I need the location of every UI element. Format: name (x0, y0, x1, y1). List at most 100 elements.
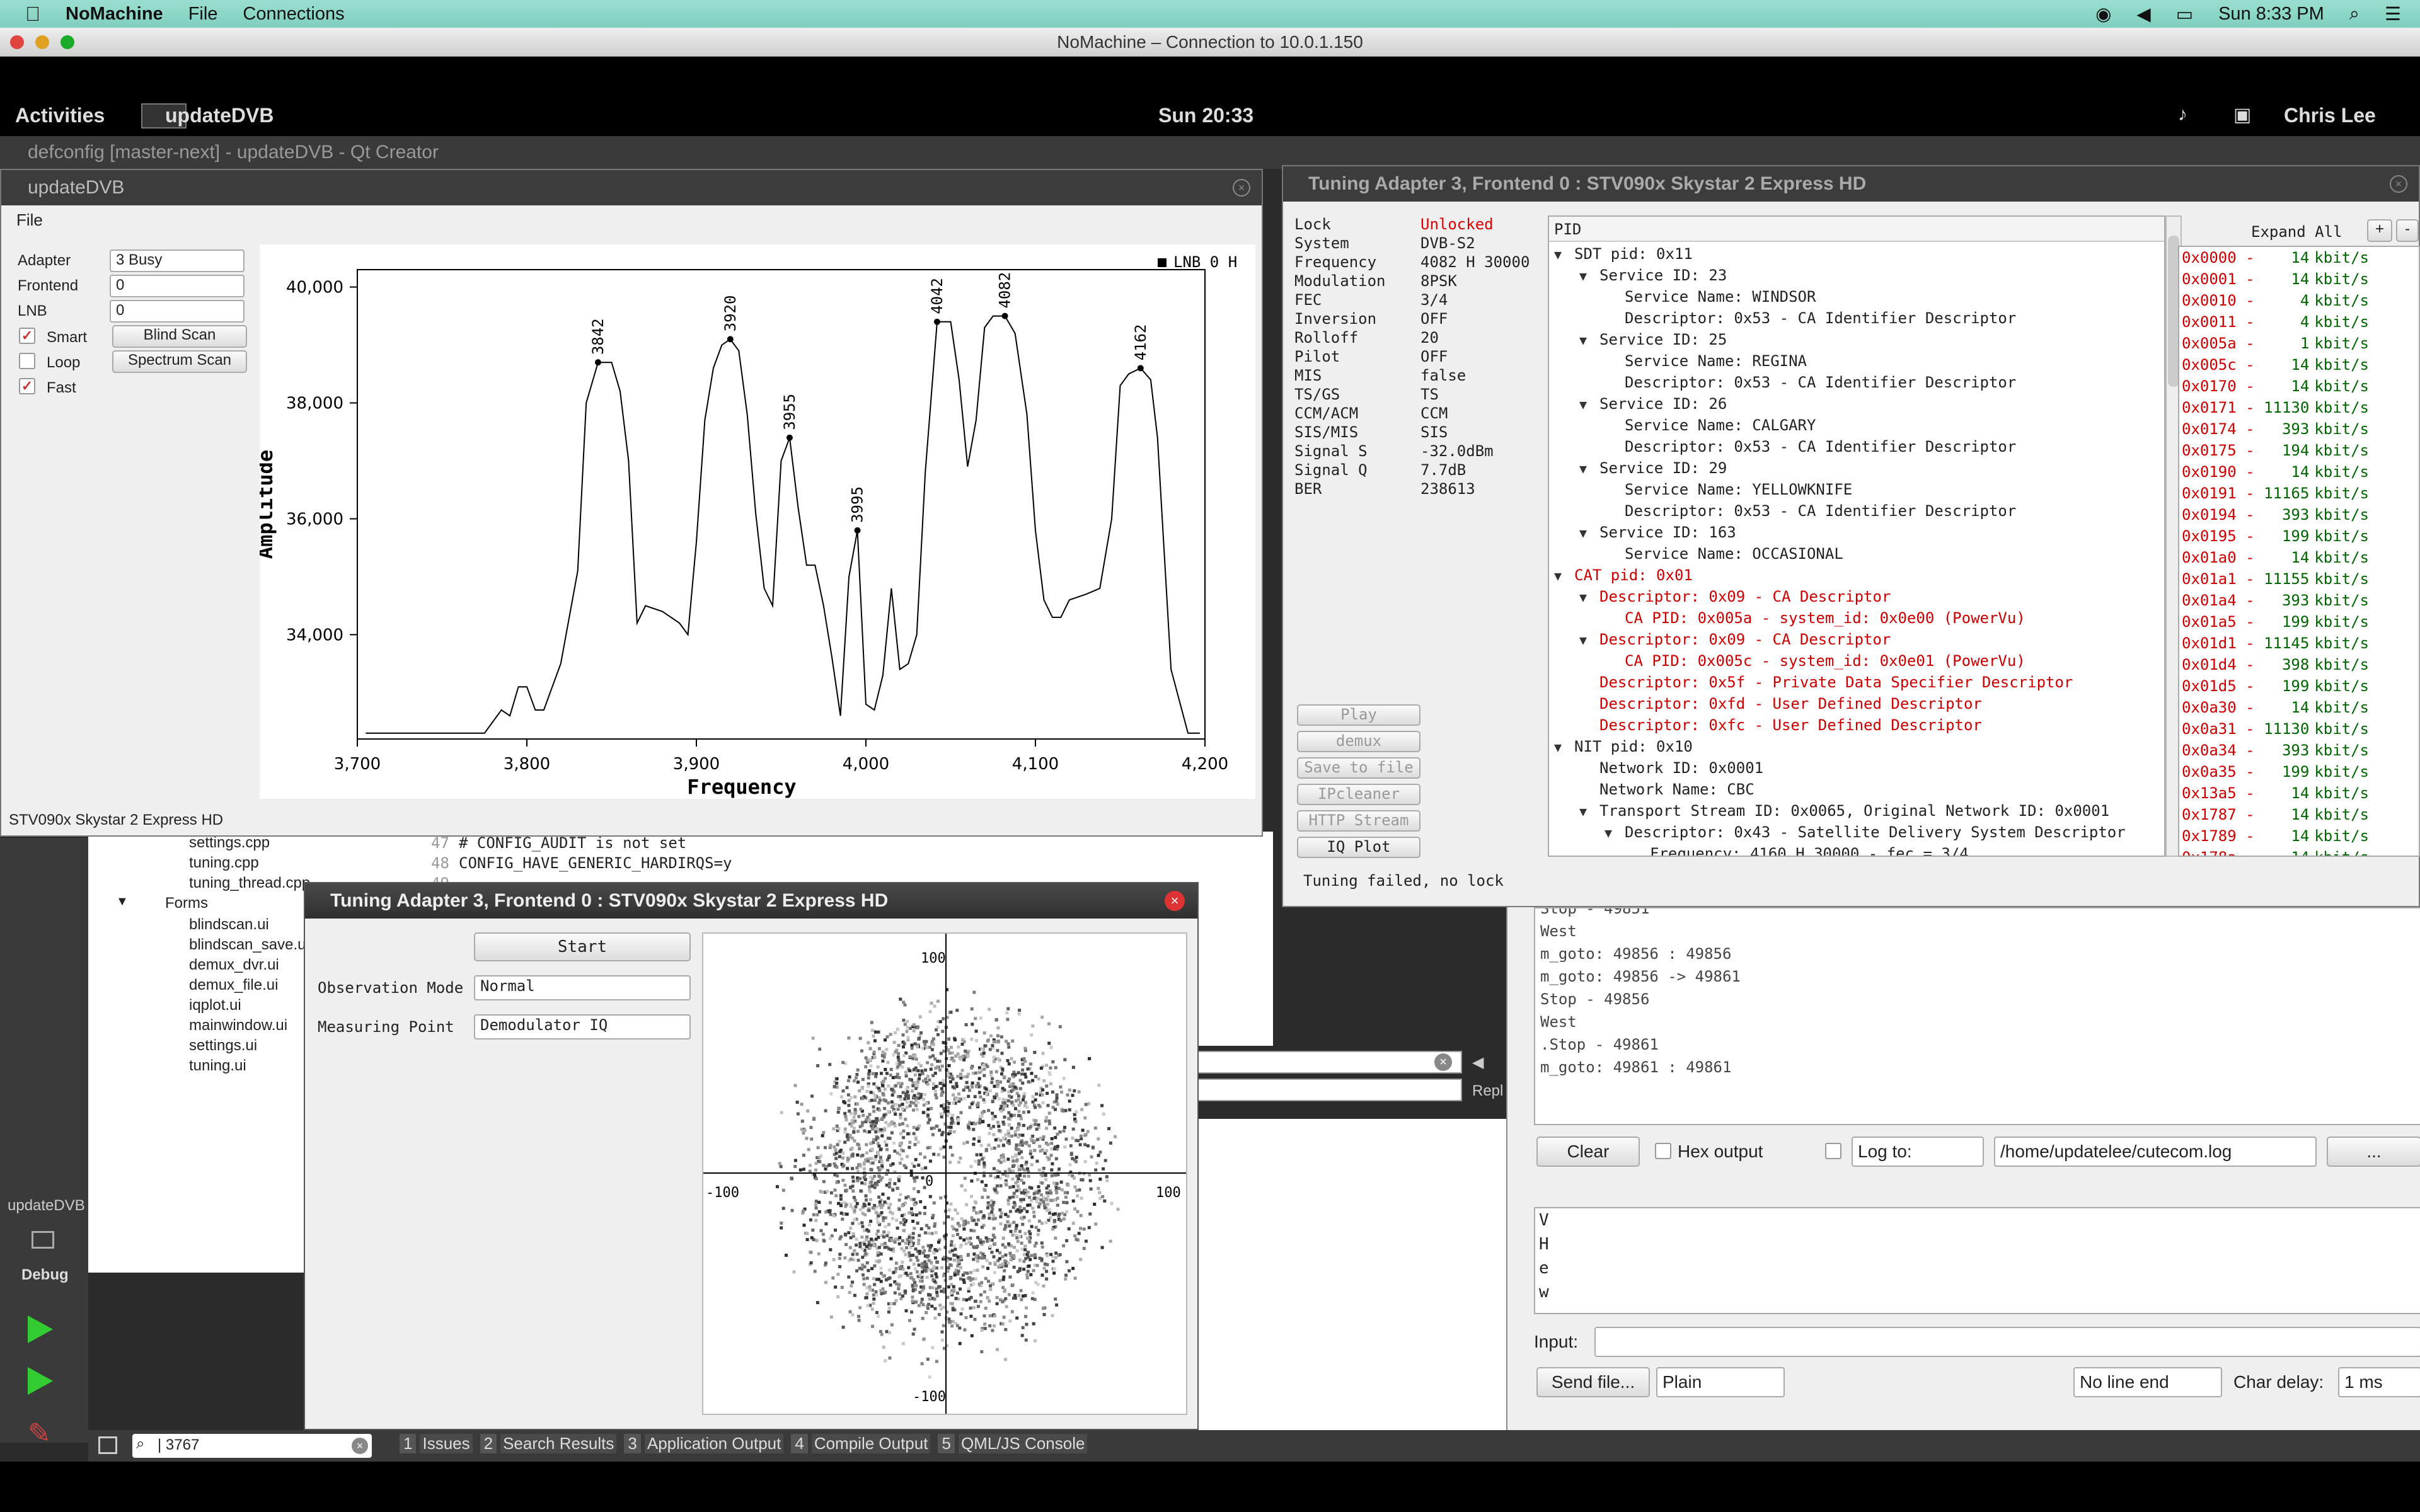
replace-input[interactable] (1197, 1079, 1462, 1101)
tree-item[interactable]: Service Name: OCCASIONAL (1549, 543, 2164, 564)
form-file[interactable]: blindscan.ui (189, 915, 309, 935)
http-stream-button[interactable]: HTTP Stream (1297, 810, 1420, 832)
tree-item[interactable]: Frequency: 4160 H 30000 - fec = 3/4 (1549, 843, 2164, 856)
tree-item[interactable]: CA PID: 0x005c - system_id: 0x0e01 (Powe… (1549, 650, 2164, 672)
gnome-user[interactable]: Chris Lee (2284, 104, 2376, 127)
observation-mode-select[interactable]: Normal (474, 975, 691, 1000)
expand-arrow-icon[interactable]: ▼ (1579, 801, 1599, 822)
tree-item[interactable]: ▼ Service ID: 163 (1549, 522, 2164, 543)
loop-checkbox[interactable] (19, 353, 35, 369)
tree-item[interactable]: ▼ SDT pid: 0x11 (1549, 243, 2164, 265)
clear-locator-icon[interactable]: × (352, 1438, 368, 1454)
form-file[interactable]: mainwindow.ui (189, 1016, 309, 1036)
form-file[interactable]: iqplot.ui (189, 995, 309, 1016)
pid-rate-row[interactable]: 0x0191 - 11165 kbit/s (2182, 483, 2419, 504)
tree-item[interactable]: Service Name: CALGARY (1549, 415, 2164, 436)
pid-rate-row[interactable]: 0x0174 - 393 kbit/s (2182, 418, 2419, 440)
play-button[interactable]: Play (1297, 704, 1420, 726)
expand-arrow-icon[interactable]: ▼ (1579, 458, 1599, 479)
monitor-icon[interactable] (32, 1231, 54, 1249)
debug-label[interactable]: Debug (21, 1266, 69, 1284)
pid-rate-row[interactable]: 0x0011 - 4 kbit/s (2182, 311, 2419, 333)
volume-icon[interactable]: ◀ (2136, 3, 2150, 25)
line-end-select[interactable]: No line end (2073, 1367, 2222, 1397)
spotlight-icon[interactable]: ⌕ (2349, 4, 2360, 25)
output-tab[interactable]: 2 Search Results (480, 1434, 617, 1453)
zoom-button[interactable] (60, 35, 74, 49)
pid-rate-row[interactable]: 0x0a34 - 393 kbit/s (2182, 740, 2419, 761)
expand-arrow-icon[interactable]: ▼ (1579, 629, 1599, 651)
lnb-spinbox[interactable]: 0 (110, 300, 245, 323)
sidebar-app-label[interactable]: updateDVB (8, 1197, 85, 1215)
output-tab[interactable]: 4 Compile Output (791, 1434, 931, 1453)
pid-rate-row[interactable]: 0x01a1 - 11155 kbit/s (2182, 568, 2419, 590)
tree-item[interactable]: ▼ Service ID: 23 (1549, 265, 2164, 286)
pid-rate-row[interactable]: 0x0010 - 4 kbit/s (2182, 290, 2419, 311)
tree-item[interactable]: Service Name: WINDSOR (1549, 286, 2164, 307)
iq-plot-button[interactable]: IQ Plot (1297, 837, 1420, 858)
expand-arrow-icon[interactable]: ▼ (1579, 587, 1599, 608)
pid-rate-row[interactable]: 0x0170 - 14 kbit/s (2182, 375, 2419, 397)
pid-rate-row[interactable]: 0x1787 - 14 kbit/s (2182, 804, 2419, 825)
build-icon[interactable]: ✎ (28, 1418, 51, 1450)
char-delay-input[interactable]: 1 ms (2338, 1367, 2420, 1397)
pid-rate-row[interactable]: 0x13a5 - 14 kbit/s (2182, 782, 2419, 804)
pid-header[interactable]: PID (1549, 217, 2164, 242)
file-tuning-cpp[interactable]: tuning.cpp (189, 854, 259, 872)
output-tab[interactable]: 5 QML/JS Console (938, 1434, 1088, 1453)
tree-item[interactable]: ▼ Service ID: 26 (1549, 393, 2164, 415)
run-icon[interactable] (28, 1315, 53, 1343)
send-file-button[interactable]: Send file... (1536, 1367, 1650, 1397)
pid-rate-row[interactable]: 0x0a31 - 11130 kbit/s (2182, 718, 2419, 740)
fast-checkbox[interactable]: ✓ (19, 378, 35, 394)
form-file[interactable]: blindscan_save.ui (189, 935, 309, 955)
pid-rate-row[interactable]: 0x01d4 - 398 kbit/s (2182, 654, 2419, 675)
measuring-point-select[interactable]: Demodulator IQ (474, 1014, 691, 1040)
clear-find-icon[interactable]: × (1434, 1053, 1452, 1071)
ipcleaner-button[interactable]: IPcleaner (1297, 784, 1420, 805)
blind-scan-button[interactable]: Blind Scan (112, 325, 247, 348)
tree-item[interactable]: ▼ Service ID: 29 (1549, 457, 2164, 479)
pid-rate-row[interactable]: 0x01d5 - 199 kbit/s (2182, 675, 2419, 697)
pid-rate-row[interactable]: 0x0a35 - 199 kbit/s (2182, 761, 2419, 782)
clear-button[interactable]: Clear (1536, 1137, 1640, 1167)
pid-rate-row[interactable]: 0x0195 - 199 kbit/s (2182, 525, 2419, 547)
network-icon[interactable]: ▣ (2233, 104, 2251, 126)
tree-item[interactable]: ▼ Service ID: 25 (1549, 329, 2164, 350)
output-tab[interactable]: 3 Application Output (624, 1434, 784, 1453)
expand-arrow-icon[interactable]: ▼ (1554, 565, 1574, 587)
hex-output-checkbox[interactable] (1655, 1143, 1671, 1159)
demux-button[interactable]: demux (1297, 731, 1420, 752)
close-icon[interactable]: × (1165, 891, 1185, 911)
battery-icon[interactable]: ▭ (2176, 3, 2193, 25)
tree-item[interactable]: ▼ NIT pid: 0x10 (1549, 736, 2164, 757)
output-tab[interactable]: 1 Issues (400, 1434, 473, 1453)
notification-icon[interactable]: ☰ (2385, 3, 2401, 25)
spectrum-menu-file[interactable]: File (16, 210, 43, 230)
pid-rate-row[interactable]: 0x005c - 14 kbit/s (2182, 354, 2419, 375)
tree-item[interactable]: Descriptor: 0xfd - User Defined Descript… (1549, 693, 2164, 714)
pid-rate-row[interactable]: 0x0a30 - 14 kbit/s (2182, 697, 2419, 718)
expand-arrow-icon[interactable]: ▼ (1554, 244, 1574, 265)
tree-item[interactable]: CA PID: 0x005a - system_id: 0x0e00 (Powe… (1549, 607, 2164, 629)
file-settings-cpp[interactable]: settings.cpp (189, 834, 270, 852)
pid-rate-row[interactable]: 0x0000 - 14 kbit/s (2182, 247, 2419, 268)
pid-rate-row[interactable]: 0x01a4 - 393 kbit/s (2182, 590, 2419, 611)
connections-menu[interactable]: Connections (243, 4, 344, 25)
log-to-select[interactable]: Log to: (1852, 1137, 1984, 1167)
log-path-input[interactable]: /home/updatelee/cutecom.log (1994, 1137, 2317, 1167)
pid-rate-row[interactable]: 0x0001 - 14 kbit/s (2182, 268, 2419, 290)
activities-button[interactable]: Activities (15, 104, 105, 127)
smart-checkbox[interactable]: ✓ (19, 328, 35, 344)
pid-rate-row[interactable]: 0x0171 - 11130 kbit/s (2182, 397, 2419, 418)
form-file[interactable]: settings.ui (189, 1036, 309, 1056)
close-icon[interactable]: × (1233, 179, 1250, 197)
tree-item[interactable]: ▼ Descriptor: 0x43 - Satellite Delivery S… (1549, 822, 2164, 843)
frontend-spinbox[interactable]: 0 (110, 275, 245, 297)
mac-clock[interactable]: Sun 8:33 PM (2218, 4, 2324, 25)
start-button[interactable]: Start (474, 932, 691, 961)
tree-item[interactable]: Descriptor: 0x53 - CA Identifier Descrip… (1549, 500, 2164, 522)
log-to-checkbox[interactable] (1825, 1143, 1841, 1159)
expand-arrow-icon[interactable]: ▼ (1579, 265, 1599, 287)
toggle-sidebar-icon[interactable] (98, 1436, 117, 1454)
